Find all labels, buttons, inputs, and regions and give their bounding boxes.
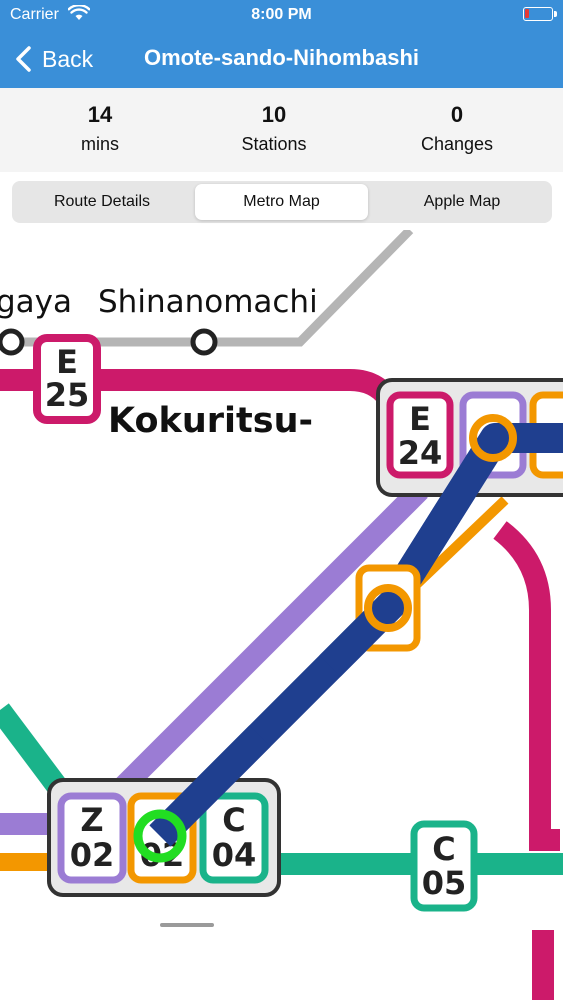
changes-label: Changes — [420, 134, 494, 154]
station-c05[interactable]: C 05 — [410, 820, 478, 912]
duration-label: mins — [80, 134, 119, 154]
station-code-number: 04 — [212, 836, 257, 874]
duration-value: 14 — [87, 102, 113, 127]
station-code-letter: E — [409, 400, 431, 438]
changes-stat: 0 Changes — [382, 102, 532, 155]
station-e25[interactable]: E 25 — [33, 334, 101, 424]
tab-route-details[interactable]: Route Details — [15, 184, 189, 220]
stations-value: 10 — [261, 102, 287, 127]
clock: 8:00 PM — [251, 6, 312, 23]
station-marker-shinanomachi[interactable] — [190, 328, 218, 356]
scroll-handle[interactable] — [160, 923, 214, 927]
metro-map[interactable]: E 25 gaya Shinanomachi Kokuritsu- E 24 Z — [0, 230, 563, 1000]
route-summary: 14 mins 10 Stations 0 Changes — [0, 88, 563, 172]
status-bar: Carrier 8:00 PM — [0, 0, 563, 30]
navigation-bar: Back Omote-sando-Nihombashi — [0, 30, 563, 88]
station-label-kokuritsu: Kokuritsu- — [108, 401, 313, 441]
station-code-number: 24 — [398, 434, 443, 472]
metro-map-canvas[interactable]: E 25 gaya Shinanomachi Kokuritsu- E 24 Z — [0, 230, 563, 1000]
station-code-letter: C — [222, 801, 245, 839]
stations-label: Stations — [241, 134, 307, 154]
tab-apple-map[interactable]: Apple Map — [375, 184, 549, 220]
page-title: Omote-sando-Nihombashi — [143, 45, 419, 70]
station-code-number: 05 — [422, 864, 467, 902]
line-oedo-branch — [493, 521, 560, 851]
battery-icon — [523, 7, 557, 21]
view-segmented-control: Route Details Metro Map Apple Map — [12, 181, 552, 223]
station-code-letter: Z — [80, 801, 103, 839]
station-code-number: 25 — [45, 376, 90, 414]
duration-stat: 14 mins — [25, 102, 175, 155]
station-label-partial: gaya — [0, 284, 72, 320]
changes-value: 0 — [450, 102, 464, 127]
station-code-number: 02 — [70, 836, 115, 874]
station-code-letter: C — [432, 830, 455, 868]
line-chiyoda — [0, 703, 69, 797]
stations-stat: 10 Stations — [199, 102, 349, 155]
tab-metro-map[interactable]: Metro Map — [195, 184, 368, 220]
station-label-shinanomachi: Shinanomachi — [98, 284, 318, 320]
station-marker-left[interactable] — [0, 328, 25, 356]
